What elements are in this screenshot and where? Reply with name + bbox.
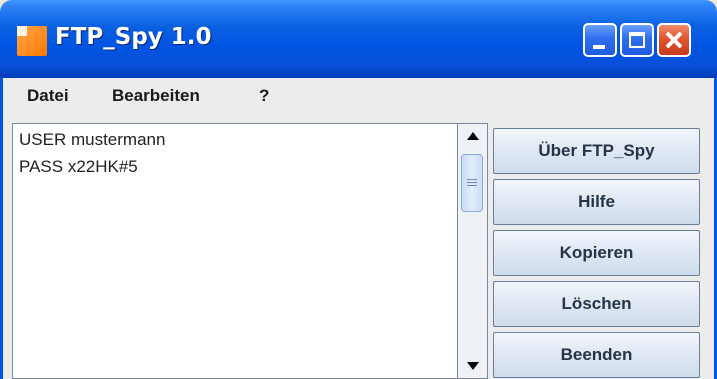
log-line: PASS x22HK#5 xyxy=(19,157,138,176)
close-icon xyxy=(659,25,689,55)
clear-button[interactable]: Löschen xyxy=(493,281,700,327)
minimize-button[interactable] xyxy=(583,23,617,57)
minimize-icon xyxy=(593,45,605,49)
about-button[interactable]: Über FTP_Spy xyxy=(493,128,700,174)
scroll-thumb[interactable] xyxy=(461,154,483,212)
copy-button[interactable]: Kopieren xyxy=(493,230,700,276)
ftp-spy-window: FTP_Spy 1.0 Datei Bearbeiten ? USER must… xyxy=(0,0,717,379)
window-title: FTP_Spy 1.0 xyxy=(55,24,212,50)
log-textarea[interactable]: USER mustermann PASS x22HK#5 xyxy=(12,123,458,379)
maximize-icon xyxy=(629,32,645,48)
menu-datei[interactable]: Datei xyxy=(27,86,69,106)
title-bar[interactable]: FTP_Spy 1.0 xyxy=(0,0,717,78)
exit-button[interactable]: Beenden xyxy=(493,332,700,378)
menu-bearbeiten[interactable]: Bearbeiten xyxy=(112,86,200,106)
grip-icon xyxy=(467,177,477,187)
maximize-button[interactable] xyxy=(620,23,654,57)
help-button[interactable]: Hilfe xyxy=(493,179,700,225)
scroll-up-arrow-icon[interactable] xyxy=(459,124,487,150)
ftp-app-icon[interactable] xyxy=(17,26,47,56)
client-area: USER mustermann PASS x22HK#5 Über FTP_Sp… xyxy=(0,118,717,379)
menu-help[interactable]: ? xyxy=(259,86,269,106)
log-line: USER mustermann xyxy=(19,130,166,149)
vertical-scrollbar[interactable] xyxy=(458,123,488,379)
menu-bar: Datei Bearbeiten ? xyxy=(0,78,717,118)
scroll-down-arrow-icon[interactable] xyxy=(459,352,487,378)
close-button[interactable] xyxy=(657,23,691,57)
